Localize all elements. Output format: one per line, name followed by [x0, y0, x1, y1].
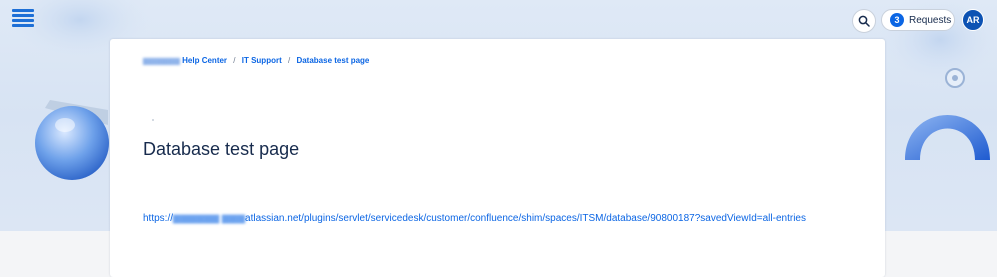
breadcrumb-current-page[interactable]: Database test page [296, 56, 369, 65]
hamburger-menu-icon[interactable] [12, 9, 34, 29]
breadcrumb-help-center[interactable]: Help Center [182, 56, 227, 65]
search-icon [858, 15, 870, 27]
breadcrumb-redacted: ▆▆▆▆▆▆ [143, 56, 183, 65]
requests-label: Requests [909, 14, 952, 26]
database-url-link[interactable]: https://▆▆▆▆▆▆ ▆▆▆atlassian.net/plugins/… [143, 213, 806, 224]
requests-button[interactable]: 3 Requests [881, 9, 955, 31]
breadcrumb-it-support[interactable]: IT Support [242, 56, 282, 65]
search-button[interactable] [852, 9, 876, 33]
breadcrumb: ▆▆▆▆▆▆ Help Center / IT Support / Databa… [143, 56, 370, 65]
page-title: Database test page [143, 139, 300, 159]
decorative-dot [152, 119, 154, 121]
user-avatar[interactable]: AR [962, 9, 984, 31]
content-card: ▆▆▆▆▆▆ Help Center / IT Support / Databa… [110, 39, 885, 277]
url-redacted: ▆▆▆▆▆▆ ▆▆▆ [173, 213, 246, 224]
requests-count-badge: 3 [890, 13, 904, 27]
